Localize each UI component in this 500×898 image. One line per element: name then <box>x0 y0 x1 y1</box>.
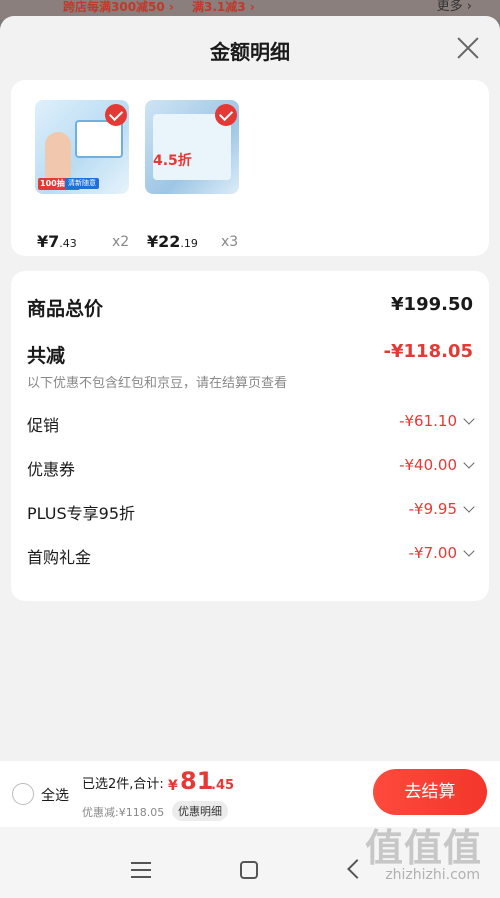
price-decimal: .43 <box>59 237 77 250</box>
price-decimal: .19 <box>180 237 198 250</box>
discount-note: 以下优惠不包含红包和京豆，请在结算页查看 <box>27 376 288 391</box>
discount-item-label: PLUS专享95折 <box>27 504 135 523</box>
product-price: ¥22.19 <box>147 232 198 251</box>
discount-item-value: -¥61.10 <box>399 412 457 430</box>
discount-summary: 优惠减:¥118.05 <box>82 806 165 819</box>
home-icon[interactable] <box>240 861 258 879</box>
check-icon[interactable] <box>215 104 237 126</box>
discount-detail-button[interactable]: 优惠明细 <box>172 801 228 821</box>
more-link: 更多 › <box>436 0 472 14</box>
sheet-title: 金额明细 <box>210 40 290 64</box>
product-thumbnail[interactable]: 100抽6包 清新随意 <box>35 100 129 194</box>
amount-detail-card: 商品总价 ¥199.50 共减 -¥118.05 以下优惠不包含红包和京豆，请在… <box>11 271 489 601</box>
promo-banner-cross-store: 跨店每满300减50 › <box>63 0 174 14</box>
promo-banner-threshold: 满3.1减3 › <box>192 0 255 14</box>
discount-value: -¥118.05 <box>383 341 473 362</box>
radio-icon[interactable] <box>12 783 34 805</box>
price-main: ¥7 <box>37 232 60 251</box>
products-card: 100抽6包 清新随意 ¥7.43 x2 4.5折 ¥22.19 x3 <box>11 80 489 256</box>
thumbnail-tag: 4.5折 <box>153 153 192 169</box>
check-icon[interactable] <box>105 104 127 126</box>
menu-icon[interactable] <box>131 862 151 878</box>
discount-item-value: -¥9.95 <box>408 500 457 518</box>
product-item[interactable]: 100抽6包 清新随意 ¥7.43 x2 <box>35 100 135 251</box>
discount-item-label: 优惠券 <box>27 460 76 479</box>
total-amount: 81 <box>180 767 214 795</box>
watermark-site: zhizhizhi.com <box>385 867 480 883</box>
discount-item-value: -¥40.00 <box>399 456 457 474</box>
product-price: ¥7.43 <box>37 232 77 251</box>
watermark-logo: 值值值 <box>364 826 482 870</box>
price-main: ¥22 <box>147 232 181 251</box>
total-value: ¥199.50 <box>391 294 473 315</box>
total-label: 商品总价 <box>27 298 104 320</box>
watermark: 值值值 zhizhizhi.com <box>350 817 490 887</box>
total-cents: .45 <box>211 778 235 793</box>
selection-summary: 已选2件,合计: <box>82 777 164 792</box>
product-quantity: x2 <box>112 234 130 250</box>
discount-item-label: 首购礼金 <box>27 548 92 567</box>
thumbnail-tag-secondary: 清新随意 <box>65 178 99 189</box>
product-thumbnail[interactable]: 4.5折 <box>145 100 239 194</box>
product-quantity: x3 <box>221 234 239 250</box>
select-all-label[interactable]: 全选 <box>41 785 69 805</box>
product-item[interactable]: 4.5折 ¥22.19 x3 <box>145 100 245 251</box>
close-icon[interactable] <box>456 36 480 60</box>
discount-item-label: 促销 <box>27 416 60 435</box>
model-figure <box>45 132 71 184</box>
discount-item-value: -¥7.00 <box>408 544 457 562</box>
discount-label: 共减 <box>27 345 66 367</box>
total-currency: ¥ <box>168 778 178 794</box>
checkout-button[interactable]: 去结算 <box>373 769 487 815</box>
